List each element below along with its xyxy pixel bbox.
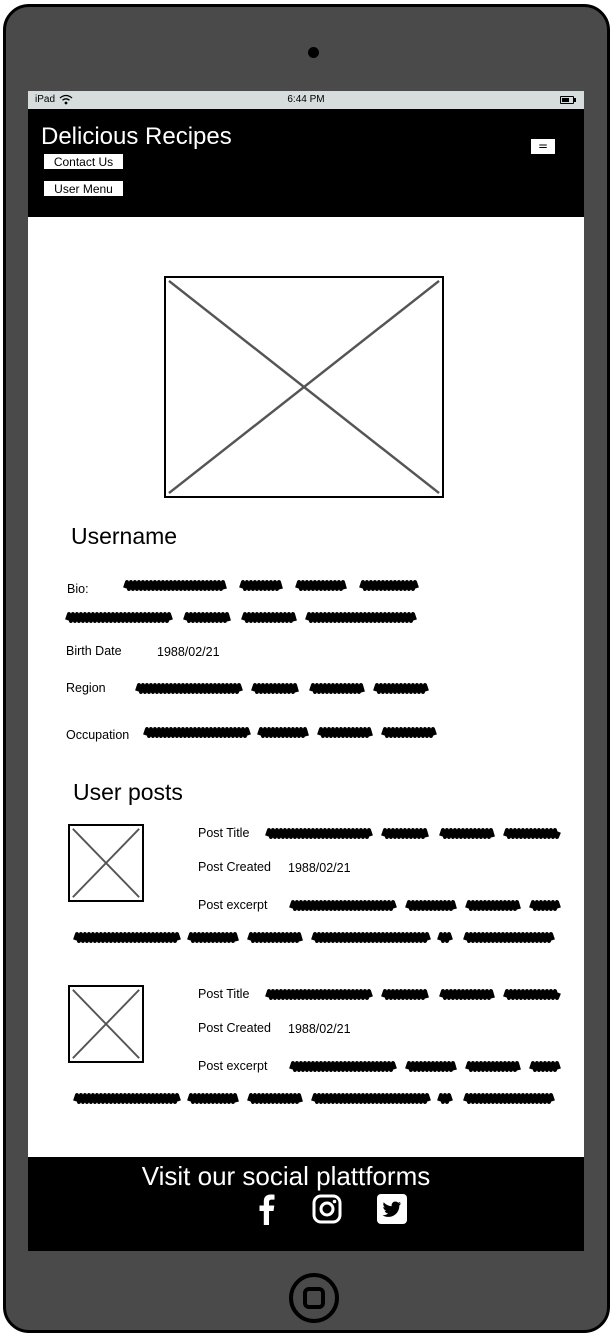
- post-title-value[interactable]: [265, 826, 561, 840]
- region-label: Region: [66, 681, 106, 695]
- site-title[interactable]: Delicious Recipes: [41, 123, 232, 151]
- post-created-value: 1988/02/21: [288, 861, 351, 875]
- profile-image-placeholder: [164, 276, 444, 498]
- post-title-value[interactable]: [265, 987, 561, 1001]
- user-menu-button[interactable]: User Menu: [43, 180, 124, 197]
- facebook-icon[interactable]: [251, 1193, 283, 1225]
- post-excerpt-line-2: [73, 932, 555, 943]
- post-excerpt-line-2: [73, 1093, 555, 1104]
- contact-us-button[interactable]: Contact Us: [43, 153, 124, 170]
- site-footer: Visit our social plattforms: [28, 1157, 584, 1251]
- post-excerpt-label: Post excerpt: [198, 898, 268, 912]
- home-button[interactable]: [289, 1273, 339, 1323]
- device-screen: iPad 6:44 PM Delicious Recipes Contact U…: [28, 91, 584, 1251]
- post-thumbnail-placeholder[interactable]: [68, 985, 144, 1063]
- region-value: [135, 683, 429, 694]
- twitter-icon[interactable]: [376, 1193, 408, 1225]
- bio-label: Bio:: [67, 582, 89, 596]
- post-created-label: Post Created: [198, 860, 271, 874]
- battery-icon: [560, 96, 576, 104]
- birth-date-value: 1988/02/21: [157, 645, 220, 659]
- post-thumbnail-placeholder[interactable]: [68, 824, 144, 902]
- post-excerpt-label: Post excerpt: [198, 1059, 268, 1073]
- status-bar: iPad 6:44 PM: [28, 91, 584, 109]
- bio-text-line-2: [65, 612, 417, 623]
- status-time: 6:44 PM: [287, 94, 325, 105]
- profile-content: Username Bio: Birth Date 1988/02/21 Regi…: [33, 217, 579, 1157]
- post-excerpt-line-1: [289, 1061, 561, 1072]
- birth-date-label: Birth Date: [66, 644, 122, 658]
- post-title-label: Post Title: [198, 826, 250, 840]
- instagram-icon[interactable]: [311, 1193, 343, 1225]
- occupation-value: [143, 727, 437, 738]
- site-header: Delicious Recipes Contact Us User Menu =: [28, 109, 584, 217]
- camera-dot: [308, 47, 319, 58]
- post-title-label: Post Title: [198, 987, 250, 1001]
- username-heading: Username: [71, 523, 178, 549]
- user-posts-heading: User posts: [73, 779, 183, 805]
- bio-text-line-1: [123, 580, 419, 591]
- post-created-label: Post Created: [198, 1021, 271, 1035]
- hamburger-menu-icon[interactable]: =: [530, 138, 556, 155]
- post-created-value: 1988/02/21: [288, 1022, 351, 1036]
- occupation-label: Occupation: [66, 728, 130, 742]
- footer-title: Visit our social plattforms: [141, 1161, 431, 1191]
- post-excerpt-line-1: [289, 900, 561, 911]
